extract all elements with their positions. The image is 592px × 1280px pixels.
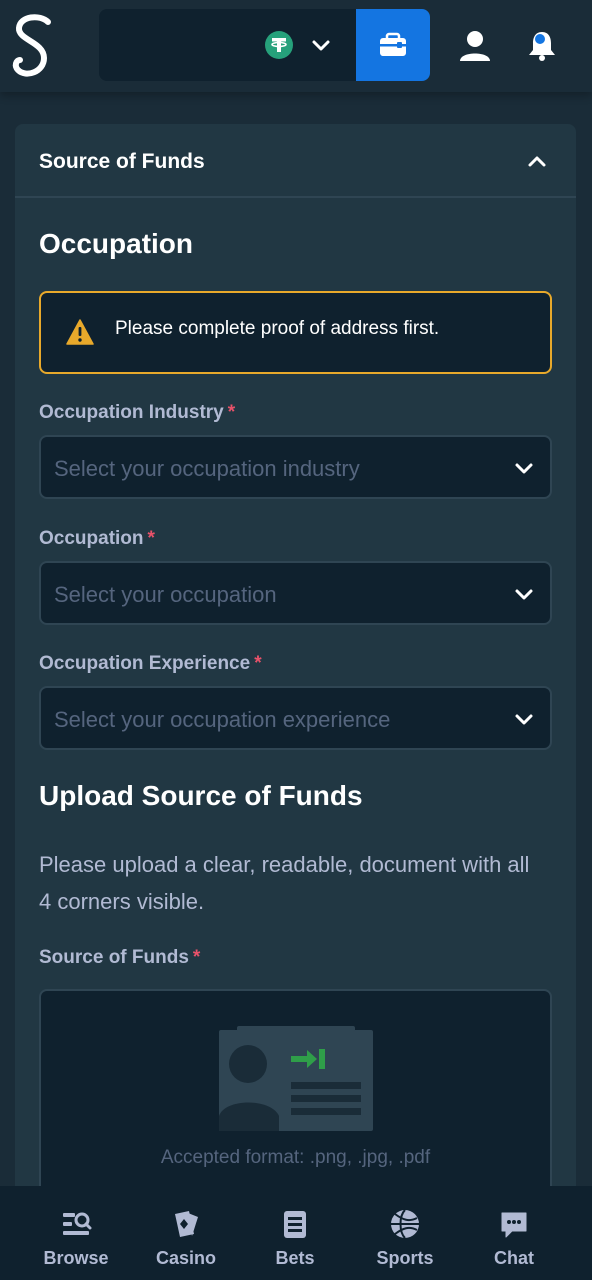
nav-item-browse[interactable]: Browse [21,1186,131,1280]
nav-item-bets[interactable]: Bets [240,1186,350,1280]
occupation-experience-select[interactable]: Select your occupation experience [39,686,552,750]
field-label-text: Occupation Industry [39,402,224,423]
casino-cards-icon [175,1211,198,1237]
wallet-balance-selector[interactable] [99,9,430,81]
nav-item-casino[interactable]: Casino [131,1186,241,1280]
field-label-text: Occupation [39,528,144,549]
field-label-text: Source of Funds [39,947,189,968]
required-marker: * [147,528,155,549]
warning-alert: Please complete proof of address first. [39,291,552,374]
source-of-funds-label: Source of Funds * [39,947,200,969]
warning-triangle-icon [66,319,94,345]
nav-item-chat[interactable]: Chat [459,1186,569,1280]
stake-logo-icon[interactable] [10,12,58,80]
select-placeholder: Select your occupation [54,582,277,607]
nav-label: Casino [155,1248,216,1268]
source-of-funds-card: Source of Funds Occupation Please comple… [15,124,576,1249]
bottom-navigation: Browse Casino Bets Sports Chat [0,1186,592,1280]
nav-item-sports[interactable]: Sports [350,1186,460,1280]
section-header[interactable]: Source of Funds [15,124,576,198]
upload-heading: Upload Source of Funds [39,780,363,811]
bell-icon[interactable] [525,28,559,62]
occupation-industry-select[interactable]: Select your occupation industry [39,435,552,499]
required-marker: * [227,402,236,423]
chevron-down-icon[interactable] [309,33,333,57]
occupation-experience-label: Occupation Experience * [39,653,262,675]
required-marker: * [254,653,262,674]
chevron-down-icon [515,589,533,600]
top-bar [0,0,592,92]
chevron-up-icon[interactable] [525,149,549,173]
occupation-industry-label: Occupation Industry * [39,402,235,424]
tether-usdt-icon [265,31,293,59]
section-title: Source of Funds [39,150,205,173]
occupation-select[interactable]: Select your occupation [39,561,552,625]
id-document-upload-icon [219,1026,373,1131]
chat-bubble-icon [501,1212,527,1238]
nav-label: Sports [376,1248,434,1268]
chevron-down-icon [515,714,533,725]
nav-label: Browse [43,1248,109,1268]
required-marker: * [192,947,201,968]
alert-message: Please complete proof of address first. [115,318,440,339]
nav-label: Bets [275,1248,315,1268]
wallet-icon [380,32,406,56]
browse-icon [63,1212,92,1235]
wallet-button[interactable] [356,9,430,81]
bets-slip-icon [284,1211,306,1238]
occupation-heading: Occupation [39,228,194,259]
occupation-label: Occupation * [39,528,155,550]
field-label-text: Occupation Experience [39,653,251,674]
select-placeholder: Select your occupation experience [54,707,391,732]
chevron-down-icon [515,463,533,474]
basketball-icon [391,1209,419,1239]
nav-label: Chat [494,1248,534,1268]
select-placeholder: Select your occupation industry [54,456,360,481]
user-icon[interactable] [458,29,492,63]
upload-instructions: Please upload a clear, readable, documen… [39,852,530,914]
accepted-format-text: Accepted format: .png, .jpg, .pdf [160,1147,431,1168]
